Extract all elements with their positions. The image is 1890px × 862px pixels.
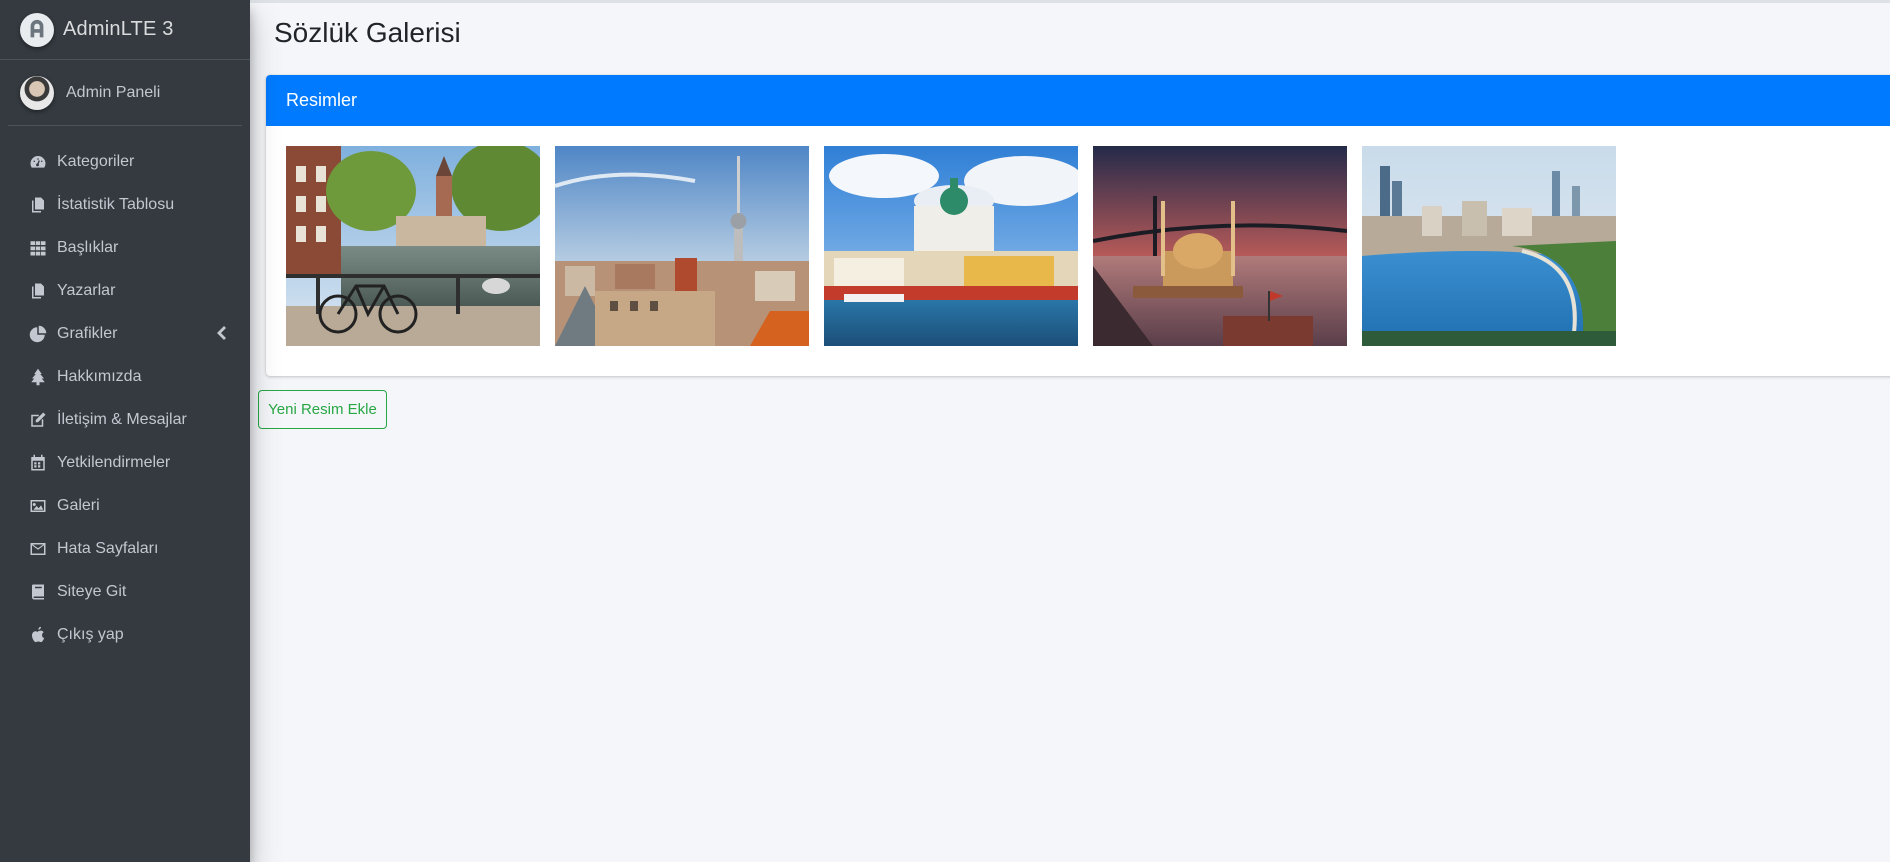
sidebar-item-label: Çıkış yap	[57, 625, 124, 643]
gallery-card: Resimler	[266, 75, 1890, 376]
gallery-image-1[interactable]	[286, 146, 540, 346]
sidebar-item-label: İstatistik Tablosu	[57, 195, 175, 213]
sidebar-nav: Kategoriler İstatistik Tablosu Başlıklar…	[0, 126, 250, 656]
sidebar-item-label: Yetkilendirmeler	[57, 453, 171, 471]
adminlte-logo-icon	[20, 12, 54, 47]
user-panel[interactable]: Admin Paneli	[8, 60, 242, 126]
sidebar-item-label: Grafikler	[57, 324, 118, 342]
image-icon	[28, 496, 48, 516]
sidebar-item-label: Siteye Git	[57, 582, 127, 600]
sidebar-item-label: Başlıklar	[57, 238, 119, 256]
sidebar-item-yazarlar[interactable]: Yazarlar	[0, 269, 250, 312]
pie-chart-icon	[28, 324, 48, 344]
sidebar-item-yetkilendirmeler[interactable]: Yetkilendirmeler	[0, 441, 250, 484]
gallery-image-5[interactable]	[1362, 146, 1616, 346]
user-name[interactable]: Admin Paneli	[66, 84, 160, 102]
add-image-button[interactable]: Yeni Resim Ekle	[258, 390, 387, 429]
sidebar-item-basliklar[interactable]: Başlıklar	[0, 226, 250, 269]
user-avatar	[20, 75, 54, 110]
edit-icon	[28, 410, 48, 430]
sidebar-item-label: Hata Sayfaları	[57, 539, 159, 557]
content-wrapper: Sözlük Galerisi Resimler Yeni Resim Ekle	[250, 0, 1890, 862]
main-sidebar: AdminLTE 3 Admin Paneli Kategoriler İsta…	[0, 0, 250, 862]
tree-icon	[28, 367, 48, 387]
sidebar-item-galeri[interactable]: Galeri	[0, 484, 250, 527]
chevron-left-icon[interactable]	[214, 325, 228, 341]
brand-link[interactable]: AdminLTE 3	[0, 0, 250, 60]
card-header: Resimler	[266, 75, 1890, 126]
sidebar-item-hata-sayfalari[interactable]: Hata Sayfaları	[0, 527, 250, 570]
sidebar-item-label: İletişim & Mesajlar	[57, 410, 187, 428]
tachometer-icon	[28, 152, 48, 172]
envelope-icon	[28, 539, 48, 559]
gallery-image-3[interactable]	[824, 146, 1078, 346]
sidebar-item-grafikler[interactable]: Grafikler	[0, 312, 250, 355]
sidebar-item-kategoriler[interactable]: Kategoriler	[0, 140, 250, 183]
sidebar-item-cikis[interactable]: Çıkış yap	[0, 613, 250, 656]
apple-icon	[28, 625, 48, 645]
brand-text: AdminLTE 3	[63, 18, 174, 40]
sidebar-item-hakkimizda[interactable]: Hakkımızda	[0, 355, 250, 398]
gallery-image-4[interactable]	[1093, 146, 1347, 346]
gallery-image-2[interactable]	[555, 146, 809, 346]
sidebar-item-label: Yazarlar	[57, 281, 116, 299]
sidebar-item-label: Kategoriler	[57, 152, 135, 170]
copy-icon	[28, 281, 48, 301]
book-icon	[28, 582, 48, 602]
sidebar-item-istatistik[interactable]: İstatistik Tablosu	[0, 183, 250, 226]
sidebar-item-label: Hakkımızda	[57, 367, 142, 385]
card-title: Resimler	[286, 90, 358, 110]
page-title: Sözlük Galerisi	[274, 17, 461, 48]
calendar-icon	[28, 453, 48, 473]
sidebar-item-iletisim[interactable]: İletişim & Mesajlar	[0, 398, 250, 441]
sidebar-item-siteye-git[interactable]: Siteye Git	[0, 570, 250, 613]
grid-icon	[28, 238, 48, 258]
copy-icon	[28, 195, 48, 215]
image-gallery	[286, 146, 1616, 346]
sidebar-item-label: Galeri	[57, 496, 100, 514]
